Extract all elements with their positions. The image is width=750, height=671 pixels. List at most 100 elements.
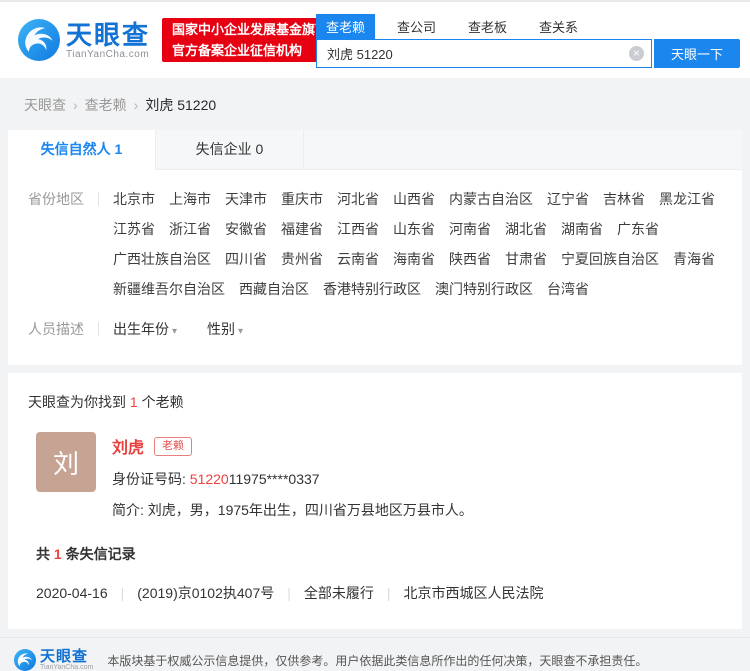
person-name[interactable]: 刘虎 — [112, 434, 144, 458]
result-tab-1[interactable]: 失信企业 0 — [156, 130, 304, 169]
certification-badge-line1: 国家中小企业发展基金旗下 — [172, 19, 328, 40]
divider — [98, 322, 99, 336]
certification-badge: 国家中小企业发展基金旗下 官方备案企业征信机构 — [162, 18, 338, 62]
province-option[interactable]: 香港特别行政区 — [323, 278, 421, 300]
divider: | — [121, 585, 125, 601]
chevron-down-icon: ▾ — [238, 326, 243, 337]
search-tab[interactable]: 查老赖 — [316, 14, 375, 39]
province-option[interactable]: 湖北省 — [505, 218, 547, 240]
result-tab-0[interactable]: 失信自然人 1 — [8, 130, 156, 170]
certification-badge-line2: 官方备案企业征信机构 — [172, 40, 328, 61]
divider — [98, 192, 99, 206]
breadcrumb-separator: › — [134, 97, 139, 113]
province-option[interactable]: 上海市 — [169, 188, 211, 210]
province-option[interactable]: 江苏省 — [113, 218, 155, 240]
person-dropdowns: 出生年份▾ 性别▾ — [113, 318, 243, 343]
footer-logo-subtitle: TianYanCha.com — [40, 664, 93, 671]
result-tabs: 失信自然人 1失信企业 0 — [8, 130, 742, 170]
province-option[interactable]: 福建省 — [281, 218, 323, 240]
chevron-down-icon: ▾ — [172, 326, 177, 337]
province-filter-label: 省份地区 — [28, 188, 84, 210]
province-option[interactable]: 宁夏回族自治区 — [561, 248, 659, 270]
province-option[interactable]: 广东省 — [617, 218, 659, 240]
summary-suffix: 个老赖 — [142, 394, 184, 410]
logo-title: 天眼查 — [66, 21, 150, 49]
tianyancha-logo[interactable]: 天眼查 TianYanCha.com — [18, 19, 150, 61]
summary-count: 1 — [130, 394, 138, 410]
search-tab[interactable]: 查关系 — [529, 14, 588, 39]
record-court: 北京市西城区人民法院 — [404, 585, 544, 601]
search-input-wrap: × — [316, 39, 652, 68]
province-option[interactable]: 黑龙江省 — [659, 188, 715, 210]
page: 天眼查 TianYanCha.com 国家中小企业发展基金旗下 官方备案企业征信… — [0, 0, 750, 671]
province-option[interactable]: 青海省 — [673, 248, 715, 270]
logo-text: 天眼查 TianYanCha.com — [66, 21, 150, 60]
breadcrumb-separator: › — [73, 97, 78, 113]
person-filter-dropdown[interactable]: 出生年份▾ — [113, 318, 177, 343]
province-option[interactable]: 山东省 — [393, 218, 435, 240]
province-option[interactable]: 河北省 — [337, 188, 379, 210]
province-list: 北京市上海市天津市重庆市河北省山西省内蒙古自治区辽宁省吉林省黑龙江省江苏省浙江省… — [113, 188, 733, 300]
record-count: 共 1 条失信记录 — [36, 544, 722, 564]
province-option[interactable]: 广西壮族自治区 — [113, 248, 211, 270]
record-count-number: 1 — [54, 546, 62, 562]
province-option[interactable]: 安徽省 — [225, 218, 267, 240]
footer: 天眼查 TianYanCha.com 本版块基于权威公示信息提供，仅供参考。用户… — [0, 637, 750, 671]
divider: | — [387, 585, 391, 601]
province-option[interactable]: 海南省 — [393, 248, 435, 270]
province-filter-row: 省份地区 北京市上海市天津市重庆市河北省山西省内蒙古自治区辽宁省吉林省黑龙江省江… — [28, 188, 734, 300]
search-tab[interactable]: 查老板 — [458, 14, 517, 39]
person-id-row: 身份证号码: 5122011975****0337 — [112, 469, 473, 489]
province-option[interactable]: 西藏自治区 — [239, 278, 309, 300]
province-option[interactable]: 江西省 — [337, 218, 379, 240]
breadcrumb-link[interactable]: 查老赖 — [85, 97, 127, 113]
tianyancha-logo-icon — [18, 19, 60, 61]
province-option[interactable]: 澳门特别行政区 — [435, 278, 533, 300]
search-button[interactable]: 天眼一下 — [654, 39, 740, 68]
tianyancha-logo-icon — [14, 649, 36, 671]
province-option[interactable]: 山西省 — [393, 188, 435, 210]
person-filter-dropdown[interactable]: 性别▾ — [207, 318, 243, 343]
province-option[interactable]: 湖南省 — [561, 218, 603, 240]
province-option[interactable]: 陕西省 — [449, 248, 491, 270]
record-count-prefix: 共 — [36, 546, 50, 562]
province-option[interactable]: 辽宁省 — [547, 188, 589, 210]
avatar[interactable]: 刘 — [36, 432, 96, 492]
province-option[interactable]: 甘肃省 — [505, 248, 547, 270]
breadcrumb-link[interactable]: 天眼查 — [24, 97, 66, 113]
record-row: 2020-04-16|(2019)京0102执407号|全部未履行|北京市西城区… — [36, 583, 722, 603]
intro-label: 简介: — [112, 502, 144, 518]
province-option[interactable]: 贵州省 — [281, 248, 323, 270]
person-filter-row: 人员描述 出生年份▾性别▾ — [28, 318, 734, 343]
province-option[interactable]: 重庆市 — [281, 188, 323, 210]
footer-logo-text: 天眼查 TianYanCha.com — [40, 649, 93, 671]
summary-prefix: 天眼查为你找到 — [28, 394, 126, 410]
search-tab[interactable]: 查公司 — [387, 14, 446, 39]
filter-body: 省份地区 北京市上海市天津市重庆市河北省山西省内蒙古自治区辽宁省吉林省黑龙江省江… — [8, 170, 742, 365]
record-date: 2020-04-16 — [36, 585, 108, 601]
province-option[interactable]: 内蒙古自治区 — [449, 188, 533, 210]
province-option[interactable]: 云南省 — [337, 248, 379, 270]
province-option[interactable]: 天津市 — [225, 188, 267, 210]
footer-logo-title: 天眼查 — [40, 649, 93, 664]
province-option[interactable]: 四川省 — [225, 248, 267, 270]
search-input[interactable] — [316, 39, 652, 68]
person-intro-row: 简介: 刘虎，男，1975年出生，四川省万县地区万县市人。 — [112, 500, 473, 520]
divider: | — [287, 585, 291, 601]
header: 天眼查 TianYanCha.com 国家中小企业发展基金旗下 官方备案企业征信… — [0, 0, 750, 78]
province-option[interactable]: 北京市 — [113, 188, 155, 210]
province-option[interactable]: 浙江省 — [169, 218, 211, 240]
record-count-suffix: 条失信记录 — [66, 546, 136, 562]
province-option[interactable]: 新疆维吾尔自治区 — [113, 278, 225, 300]
province-option[interactable]: 吉林省 — [603, 188, 645, 210]
footer-disclaimer: 本版块基于权威公示信息提供，仅供参考。用户依据此类信息所作出的任何决策，天眼查不… — [107, 652, 647, 669]
result-card: 天眼查为你找到 1 个老赖 刘 刘虎 老赖 身份证号码: 5122011975*… — [8, 373, 742, 629]
clear-icon[interactable]: × — [629, 46, 644, 61]
footer-logo[interactable]: 天眼查 TianYanCha.com — [14, 649, 93, 671]
record-case-number: (2019)京0102执407号 — [137, 585, 274, 601]
person-detail: 刘虎 老赖 身份证号码: 5122011975****0337 简介: 刘虎，男… — [112, 432, 473, 520]
province-option[interactable]: 台湾省 — [547, 278, 589, 300]
id-rest: 11975****0337 — [229, 471, 320, 487]
province-option[interactable]: 河南省 — [449, 218, 491, 240]
result-summary: 天眼查为你找到 1 个老赖 — [8, 373, 742, 418]
